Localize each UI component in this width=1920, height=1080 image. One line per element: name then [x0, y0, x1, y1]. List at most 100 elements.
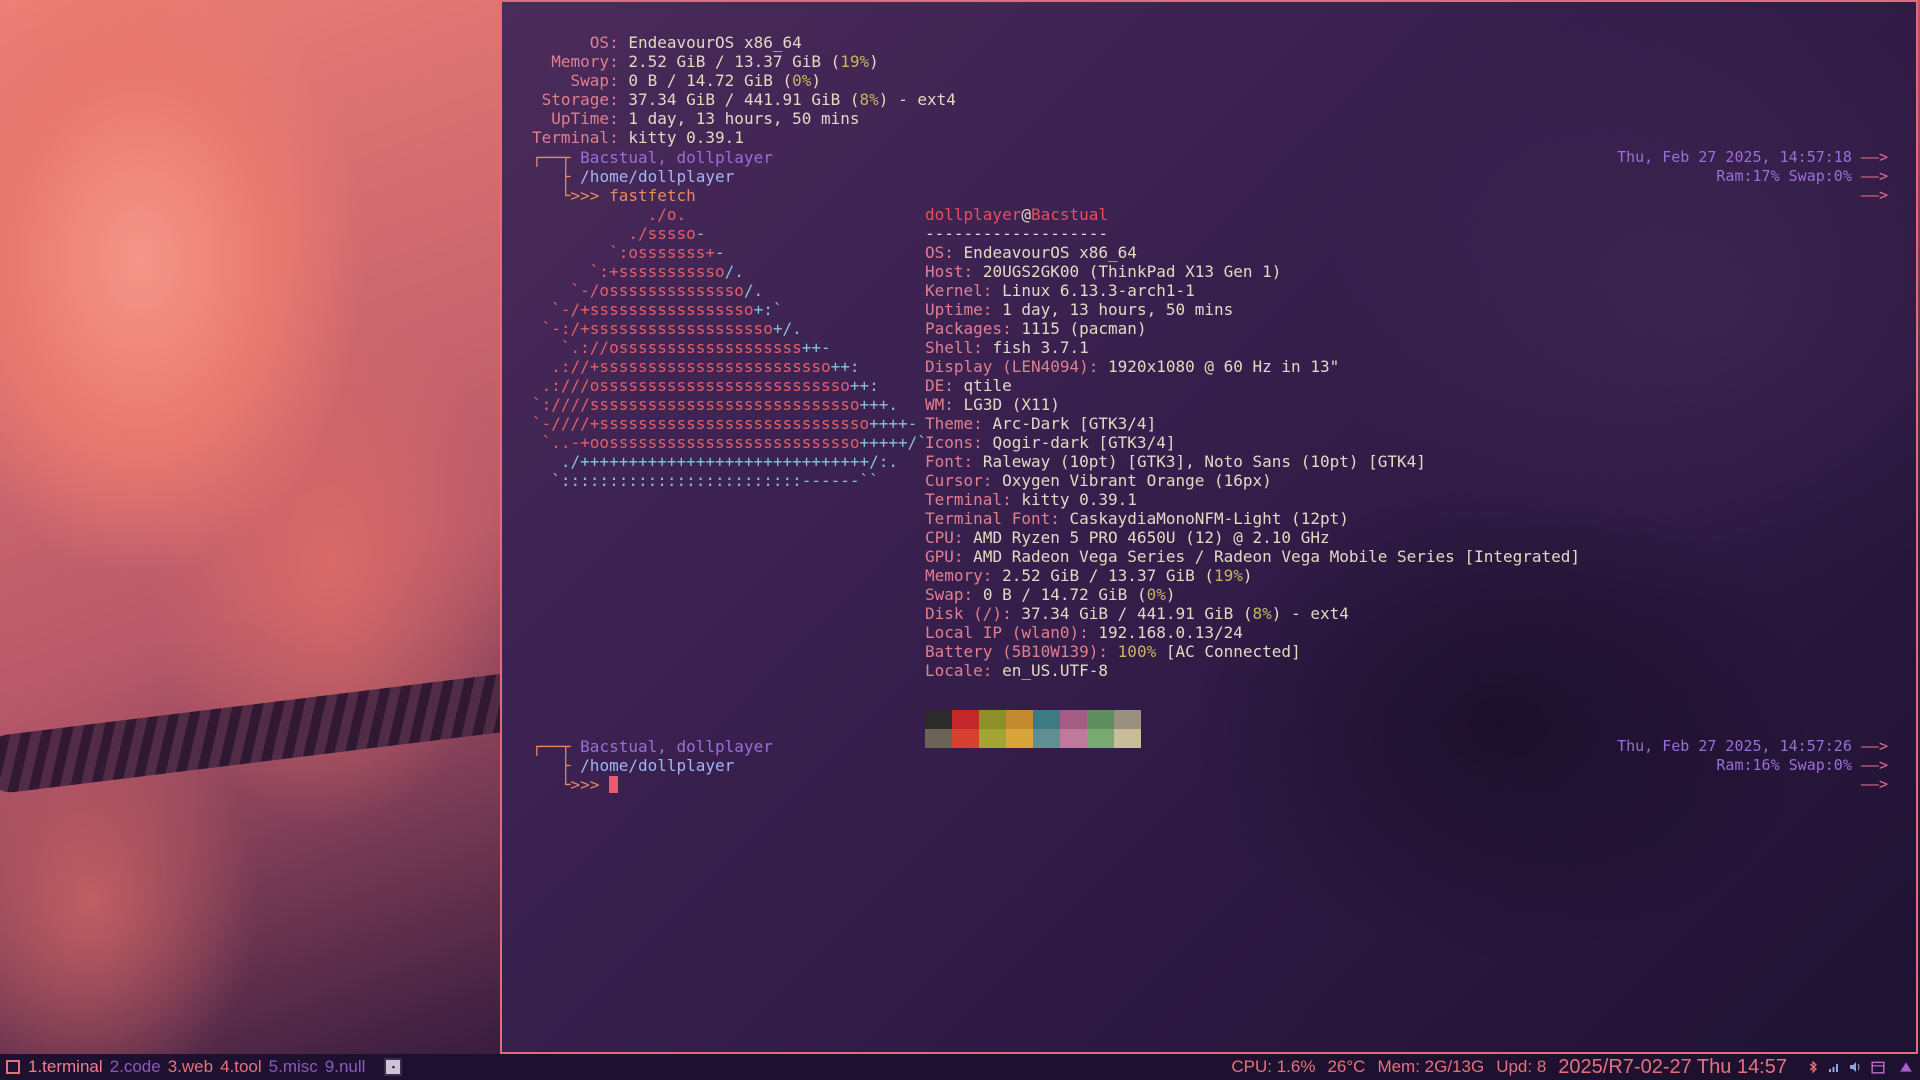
sysinfo-value: kitty 0.39.1 [628, 128, 744, 147]
workspace-tab[interactable]: 5.misc [269, 1057, 318, 1077]
fetch-label: Icons: [925, 433, 983, 452]
fetch-space [1012, 319, 1022, 338]
fetch-label: Swap: [925, 585, 974, 604]
palette-swatch [925, 710, 952, 729]
status-bar: 1.terminal 2.code 3.web 4.tool 5.misc 9.null … [0, 1054, 1920, 1080]
ascii-art-blue: +:` [753, 300, 783, 319]
palette-swatch [1033, 710, 1060, 729]
fetch-label: Memory: [925, 566, 993, 585]
ascii-art-red: `-:/+sssssssssssssssssso [532, 319, 773, 338]
fetch-row: Battery (5B10W139): 100% [AC Connected] [925, 642, 1301, 661]
prompt-datetime-text: Thu, Feb 27 2025, 14:57:18 [1617, 148, 1861, 166]
fetch-row: Font: Raleway (10pt) [GTK3], Noto Sans (… [925, 452, 1426, 471]
ascii-art-line: ./o. [532, 205, 687, 224]
prompt-datetime: Thu, Feb 27 2025, 14:57:26 ——> [1617, 737, 1888, 756]
prompt-mem: Ram:17% Swap:0% ——> [1716, 167, 1888, 186]
ascii-art-line: `-/ossssssssssssso/. [532, 281, 764, 300]
palette-swatch [952, 729, 979, 748]
palette-swatch [979, 710, 1006, 729]
palette-swatch [1114, 710, 1141, 729]
fetch-label: Cursor: [925, 471, 993, 490]
fetch-separator-text: ------------------- [925, 224, 1109, 243]
prompt-input-line: └>>> [532, 775, 619, 794]
temp-stat: 26°C [1327, 1057, 1366, 1076]
fetch-value: EndeavourOS x86_64 [963, 243, 1137, 262]
palette-swatch [1114, 729, 1141, 748]
workspace-tab[interactable]: 1.terminal [28, 1057, 103, 1077]
prompt-path: /home/dollplayer [580, 756, 735, 775]
ascii-art-blue: - [715, 243, 725, 262]
ascii-art-red: ./o. [532, 205, 687, 224]
terminal-cursor[interactable] [609, 776, 619, 793]
fetch-space [973, 452, 983, 471]
power-menu-icon[interactable] [1898, 1060, 1914, 1074]
terminal-window-icon[interactable]: ▪ [384, 1058, 403, 1076]
fetch-value: fish 3.7.1 [992, 338, 1089, 357]
prompt-right-arrow: ——> [1860, 167, 1888, 185]
sysinfo-label: Memory: [532, 52, 619, 71]
fetch-value: en_US.UTF-8 [1002, 661, 1109, 680]
ascii-art-red: `-/ossssssssssssso [532, 281, 744, 300]
ascii-art-line: `..-+oossssssssssssssssssssssssso+++++/` [532, 433, 927, 452]
ascii-art-line: `-/+sssssssssssssssso+:` [532, 300, 782, 319]
layout-icon[interactable] [6, 1060, 20, 1074]
prompt-branch: └ [532, 186, 571, 205]
fetch-value-suffix: ) - ext4 [1271, 604, 1349, 623]
fetch-row: Memory: 2.52 GiB / 13.37 GiB (19%) [925, 566, 1253, 585]
fetch-row: DE: qtile [925, 376, 1012, 395]
terminal-window[interactable]: OS: EndeavourOS x86_64 Memory: 2.52 GiB … [500, 0, 1918, 1054]
fetch-space [954, 243, 964, 262]
signal-icon[interactable] [1828, 1061, 1840, 1073]
palette-swatch [952, 710, 979, 729]
fetch-label: Packages: [925, 319, 1012, 338]
fetch-space [954, 395, 964, 414]
prompt-mem-text: Ram:17% Swap:0% [1716, 167, 1861, 185]
prompt-right-arrow: ——> [1860, 186, 1888, 204]
prompt-arrow-only: ——> [1861, 775, 1888, 794]
calendar-icon[interactable] [1870, 1060, 1886, 1074]
workspace-tab[interactable]: 9.null [325, 1057, 366, 1077]
volume-icon[interactable] [1849, 1061, 1861, 1073]
prompt-mem: Ram:16% Swap:0% ——> [1716, 756, 1888, 775]
fetch-label: OS: [925, 243, 954, 262]
fetch-value-suffix: [AC Connected] [1156, 642, 1301, 661]
fetch-space [964, 528, 974, 547]
fetch-percent: 100% [1117, 642, 1157, 661]
ascii-art-red: `-////+ssssssssssssssssssssssssssso [532, 414, 870, 433]
clock[interactable]: 2025/R7-02-27 Thu 14:57 [1558, 1056, 1787, 1079]
prompt-branch: ┌──┬ [532, 148, 581, 167]
workspace-tab[interactable]: 2.code [110, 1057, 161, 1077]
sysinfo-line: Swap: 0 B / 14.72 GiB (0%) [532, 71, 821, 90]
ascii-art-line: .:///ossssssssssssssssssssssssso++: [532, 376, 879, 395]
prompt-user: Bacstual, dollplayer [580, 737, 773, 756]
palette-swatch [979, 729, 1006, 748]
fetch-label: Font: [925, 452, 974, 471]
sysinfo-value: 37.34 GiB / 441.91 GiB ( [628, 90, 860, 109]
fetch-value: Raleway (10pt) [GTK3], Noto Sans (10pt) … [982, 452, 1426, 471]
sysinfo-label: Swap: [532, 71, 619, 90]
ascii-art-blue: +++++/` [859, 433, 927, 452]
bar-right: CPU: 1.6% 26°C Mem: 2G/13G Upd: 8 2025/R… [1231, 1054, 1920, 1080]
fetch-row: Uptime: 1 day, 13 hours, 50 mins [925, 300, 1233, 319]
ascii-art-blue: +++. [859, 395, 899, 414]
fetch-percent: 0% [1146, 585, 1166, 604]
fetch-space [983, 338, 993, 357]
fetch-label: GPU: [925, 547, 964, 566]
updates-stat[interactable]: Upd: 8 [1496, 1057, 1546, 1077]
fetch-label: Terminal: [925, 490, 1012, 509]
ascii-art-red: .://+ssssssssssssssssssssssso [532, 357, 831, 376]
ascii-art-line: ./++++++++++++++++++++++++++++++/:. [532, 452, 898, 471]
fetch-label: CPU: [925, 528, 964, 547]
workspace-tab[interactable]: 3.web [168, 1057, 213, 1077]
workspace-tab[interactable]: 4.tool [220, 1057, 262, 1077]
fetch-label: Disk (/): [925, 604, 1012, 623]
bluetooth-icon[interactable] [1807, 1061, 1819, 1073]
fetch-value: 2.52 GiB / 13.37 GiB ( [1002, 566, 1214, 585]
prompt-right-arrow: ——> [1860, 775, 1888, 793]
prompt-branch: ┌──┬ [532, 737, 581, 756]
ascii-art-blue: - [695, 224, 706, 243]
ascii-art-red: ./sssso [532, 224, 696, 243]
fetch-row: GPU: AMD Radeon Vega Series / Radeon Veg… [925, 547, 1580, 566]
fetch-at: @ [1021, 205, 1031, 224]
palette-swatch [1006, 710, 1033, 729]
